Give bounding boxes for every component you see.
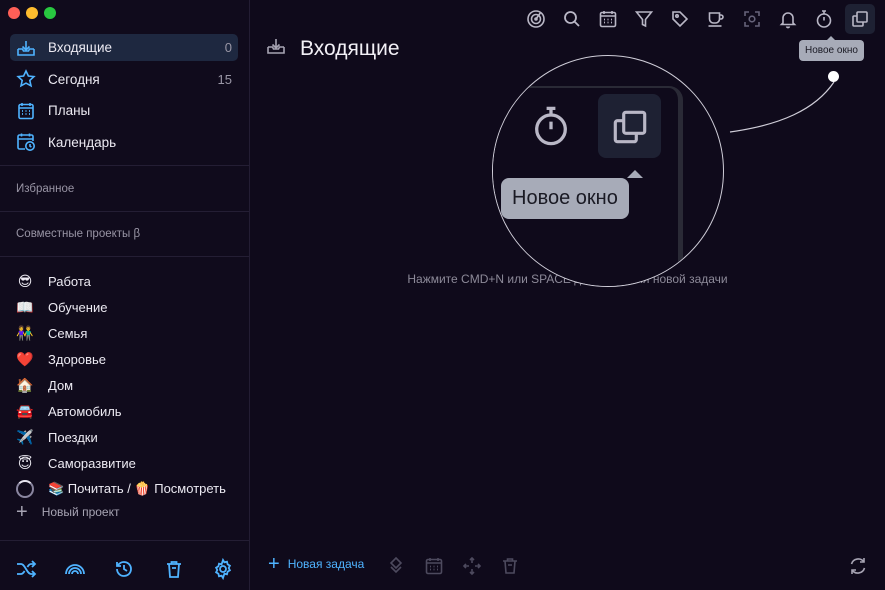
project-label: Дом — [48, 377, 74, 393]
shuffle-icon[interactable] — [15, 558, 37, 580]
coffee-icon[interactable] — [701, 4, 731, 34]
new-project-button[interactable]: + Новый проект — [16, 501, 120, 523]
new-project-label: Новый проект — [41, 505, 120, 519]
project-label: 📚 Почитать / 🍿 Посмотреть — [48, 481, 226, 496]
project-label: Здоровье — [48, 351, 107, 367]
progress-ring-icon — [16, 480, 34, 498]
minimize-window-button[interactable] — [26, 7, 38, 19]
magnified-tooltip: Новое окно — [501, 170, 643, 219]
new-task-label: Новая задача — [287, 557, 365, 571]
sidebar-item-today[interactable]: Сегодня 15 — [10, 66, 238, 93]
project-emoji-icon: ❤️ — [16, 350, 34, 367]
sidebar-item-count: 15 — [217, 71, 232, 87]
bell-icon[interactable] — [773, 4, 803, 34]
timer-icon[interactable] — [809, 4, 839, 34]
refresh-icon[interactable] — [848, 556, 868, 576]
close-window-button[interactable] — [8, 7, 20, 19]
project-emoji-icon: 😎 — [17, 272, 33, 289]
magnifier-callout: Новое окно — [492, 55, 724, 287]
sidebar-item-label: Планы — [48, 103, 91, 118]
sidebar-item-plans[interactable]: Планы — [10, 97, 238, 124]
focus-icon[interactable] — [737, 4, 767, 34]
project-label: Обучение — [48, 299, 108, 315]
sidebar: Входящие 0 Сегодня 15 Планы Календарь Из… — [0, 0, 250, 590]
project-item[interactable]: 🚘 Автомобиль — [14, 398, 239, 424]
magnified-new-window-icon — [609, 106, 651, 153]
radar-icon[interactable] — [521, 4, 551, 34]
favorites-section-label[interactable]: Избранное — [16, 183, 74, 195]
star-icon — [16, 69, 36, 89]
footer-bar: + Новая задача — [250, 545, 885, 585]
project-item[interactable]: 😎 Работа — [14, 268, 239, 294]
project-item[interactable]: 📚 Почитать / 🍿 Посмотреть — [14, 476, 239, 502]
calendar-icon[interactable] — [593, 4, 623, 34]
project-emoji-icon: 👫 — [16, 324, 34, 341]
project-item[interactable]: 📖 Обучение — [14, 294, 239, 320]
shared-projects-section-label[interactable]: Совместные проекты β — [16, 228, 140, 240]
new-window-icon[interactable] — [845, 4, 875, 34]
history-icon[interactable] — [113, 558, 135, 580]
page-title: Входящие — [300, 36, 400, 60]
project-emoji-icon: 🚘 — [16, 402, 34, 419]
sidebar-divider — [0, 256, 249, 257]
main-area: Новое окно Входящие Тут п Нажмите CMD+N … — [250, 0, 885, 590]
project-label: Семья — [48, 325, 88, 341]
trash-icon[interactable] — [500, 556, 520, 576]
calendar-grid-icon — [16, 101, 36, 121]
project-item[interactable]: 🏠 Дом — [14, 372, 239, 398]
window-controls — [8, 7, 56, 19]
search-icon[interactable] — [557, 4, 587, 34]
project-item[interactable]: 👫 Семья — [14, 320, 239, 346]
project-emoji-icon: 😇 — [17, 454, 33, 471]
project-list: 😎 Работа 📖 Обучение 👫 Семья ❤️ Здоровье 🏠 Дом… — [14, 268, 239, 502]
sidebar-divider — [0, 165, 249, 166]
filter-icon[interactable] — [629, 4, 659, 34]
project-item[interactable]: 😇 Саморазвитие — [14, 450, 239, 476]
sidebar-item-inbox[interactable]: Входящие 0 — [10, 34, 238, 61]
inbox-icon — [266, 36, 286, 61]
project-emoji-icon: 📖 — [16, 298, 34, 315]
sidebar-item-label: Календарь — [48, 134, 117, 150]
calendar-icon[interactable] — [424, 556, 444, 576]
magnifier-anchor-dot — [828, 71, 839, 82]
sidebar-item-calendar[interactable]: Календарь — [10, 129, 238, 156]
project-label: Работа — [48, 273, 91, 289]
project-item[interactable]: ❤️ Здоровье — [14, 346, 239, 372]
sidebar-divider — [0, 211, 249, 212]
zoom-window-button[interactable] — [44, 7, 56, 19]
project-label: Поездки — [48, 429, 98, 445]
sidebar-item-label: Сегодня — [48, 71, 100, 87]
page-header: Входящие — [266, 36, 400, 61]
new-window-tooltip: Новое окно — [799, 36, 864, 61]
trash-icon[interactable] — [163, 558, 185, 580]
project-emoji-icon: 🏠 — [16, 376, 34, 393]
project-item[interactable]: ✈️ Поездки — [14, 424, 239, 450]
rainbow-icon[interactable] — [64, 558, 86, 580]
sidebar-item-count: 0 — [224, 40, 232, 55]
plus-icon: + — [16, 501, 28, 523]
inbox-icon — [16, 38, 36, 58]
magnified-timer-icon — [529, 104, 573, 153]
plus-icon: + — [268, 553, 280, 575]
tag-icon[interactable] — [665, 4, 695, 34]
sidebar-item-label: Входящие — [48, 40, 113, 55]
sidebar-bottom-bar — [0, 540, 249, 590]
calendar-clock-icon — [16, 132, 36, 152]
new-task-button[interactable]: + Новая задача — [268, 553, 365, 575]
project-label: Саморазвитие — [48, 455, 136, 471]
project-emoji-icon: ✈️ — [16, 428, 34, 445]
sidebar-nav: Входящие 0 Сегодня 15 Планы Календарь — [10, 34, 238, 160]
move-icon[interactable] — [462, 556, 482, 576]
project-label: Автомобиль — [48, 403, 122, 419]
gear-icon[interactable] — [212, 557, 234, 581]
toolbar — [521, 4, 875, 34]
layers-icon[interactable] — [386, 556, 406, 576]
